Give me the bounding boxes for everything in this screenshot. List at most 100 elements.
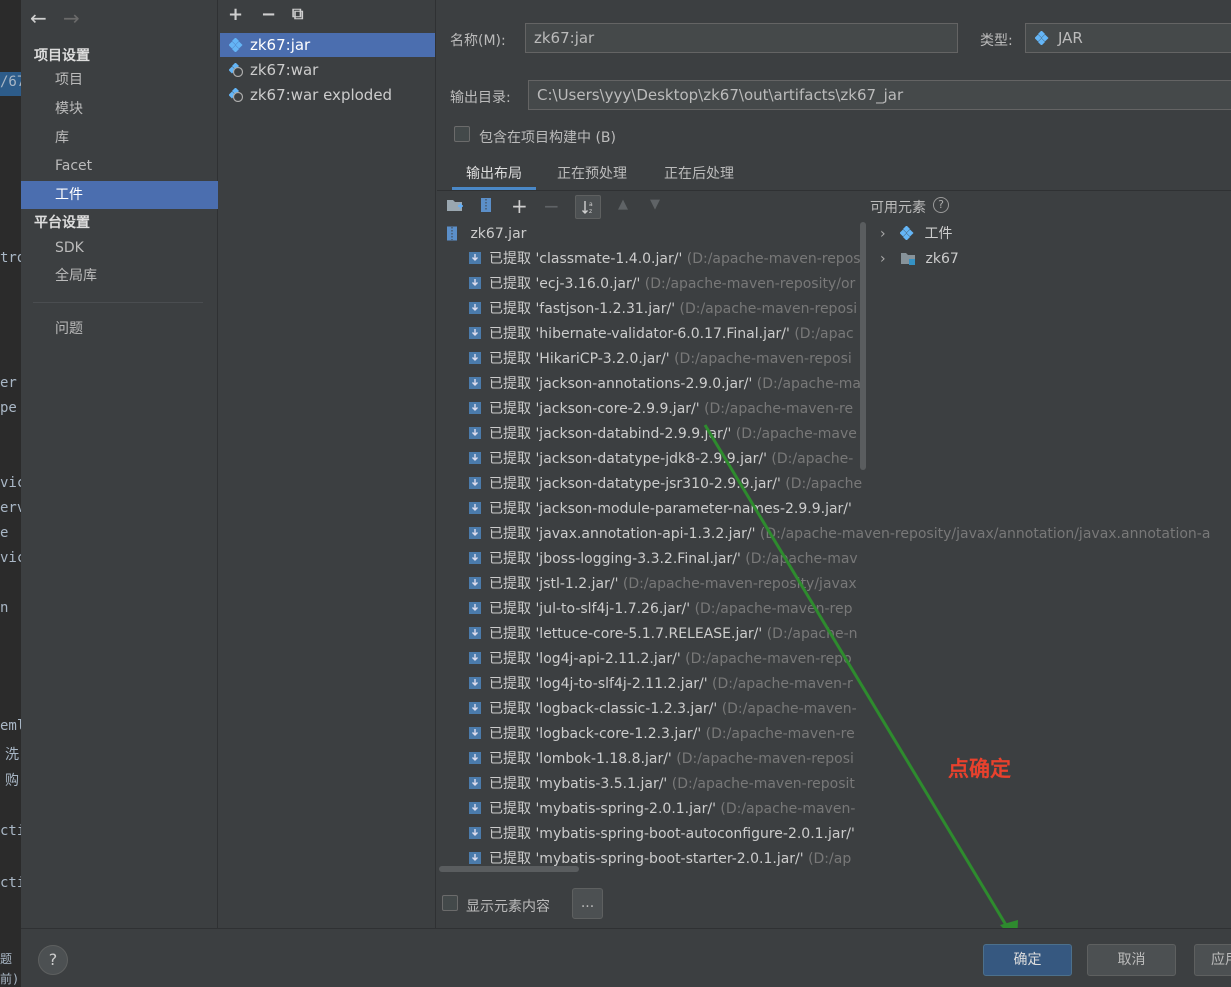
extracted-archive-icon	[469, 302, 481, 314]
extracted-entry-row[interactable]: 已提取 'jackson-module-parameter-names-2.9.…	[468, 497, 866, 522]
entry-name: 'jackson-databind-2.9.9.jar/'	[535, 426, 732, 442]
entry-path: (D:/apache-maven-reposi	[674, 351, 852, 367]
extracted-prefix: 已提取	[489, 651, 531, 667]
extracted-archive-icon	[469, 677, 481, 689]
extracted-entry-row[interactable]: 已提取 'lettuce-core-5.1.7.RELEASE.jar/' (D…	[468, 622, 866, 647]
entry-name: 'log4j-to-slf4j-2.11.2.jar/'	[535, 676, 708, 692]
entry-path: (D:/apache-maven-rep	[694, 601, 853, 617]
entry-path: (D:/apache-n	[766, 626, 858, 642]
move-down-icon[interactable]: ▼	[650, 197, 660, 212]
extracted-entry-row[interactable]: 已提取 'HikariCP-3.2.0.jar/' (D:/apache-mav…	[468, 347, 866, 372]
move-up-icon[interactable]: ▲	[618, 197, 628, 212]
name-field[interactable]: zk67:jar	[525, 23, 958, 53]
extracted-entry-row[interactable]: 已提取 'mybatis-3.5.1.jar/' (D:/apache-mave…	[468, 772, 866, 797]
help-button[interactable]: ?	[38, 945, 68, 975]
type-select[interactable]: JAR	[1025, 23, 1231, 53]
vertical-scrollbar[interactable]	[860, 222, 866, 470]
tab-output-layout[interactable]: 输出布局	[452, 158, 536, 190]
copy-icon[interactable]: ⧉	[292, 4, 303, 24]
sidebar-item-problems[interactable]: 问题	[21, 315, 218, 343]
ok-button[interactable]: 确定	[983, 944, 1072, 976]
extracted-prefix: 已提取	[489, 676, 531, 692]
extracted-archive-icon	[469, 352, 481, 364]
entry-path: (D:/apache	[785, 476, 863, 492]
tree-root-item[interactable]: zk67.jar	[446, 222, 866, 247]
sidebar-item-artifacts[interactable]: 工件	[21, 181, 218, 209]
add-copy-icon[interactable]: +	[511, 194, 528, 218]
include-build-checkbox[interactable]	[454, 126, 470, 142]
extracted-archive-icon	[469, 277, 481, 289]
artifact-label: zk67:war	[250, 61, 319, 79]
entry-path: (D:/apache-maven-	[721, 701, 857, 717]
add-icon[interactable]: +	[228, 4, 243, 25]
sidebar-item-facet[interactable]: Facet	[21, 152, 218, 180]
extracted-entry-row[interactable]: 已提取 'mybatis-spring-boot-autoconfigure-2…	[468, 822, 866, 847]
output-dir-field[interactable]: C:\Users\yyy\Desktop\zk67\out\artifacts\…	[528, 80, 1231, 110]
extracted-entry-row[interactable]: 已提取 'classmate-1.4.0.jar/' (D:/apache-ma…	[468, 247, 866, 272]
extracted-entry-row[interactable]: 已提取 'logback-core-1.2.3.jar/' (D:/apache…	[468, 722, 866, 747]
extracted-entry-row[interactable]: 已提取 'ecj-3.16.0.jar/' (D:/apache-maven-r…	[468, 272, 866, 297]
extracted-entry-row[interactable]: 已提取 'jstl-1.2.jar/' (D:/apache-maven-rep…	[468, 572, 866, 597]
artifact-item-war[interactable]: zk67:war	[220, 58, 435, 82]
entry-path: (D:/apache-maven-reposity/javax	[622, 576, 857, 592]
artifact-item-jar[interactable]: zk67:jar	[220, 33, 435, 57]
create-directory-icon[interactable]	[446, 197, 464, 213]
sort-elements-button[interactable]: a z	[575, 195, 601, 219]
extracted-prefix: 已提取	[489, 851, 531, 867]
sidebar-item-modules[interactable]: 模块	[21, 95, 218, 123]
extracted-entry-row[interactable]: 已提取 'log4j-api-2.11.2.jar/' (D:/apache-m…	[468, 647, 866, 672]
help-circle-icon[interactable]: ?	[933, 197, 949, 213]
entry-name: 'classmate-1.4.0.jar/'	[535, 251, 683, 267]
remove-icon[interactable]: −	[261, 4, 276, 25]
create-archive-icon[interactable]	[479, 197, 493, 213]
extracted-entry-row[interactable]: 已提取 'jackson-datatype-jsr310-2.9.9.jar/'…	[468, 472, 866, 497]
sidebar-item-sdk[interactable]: SDK	[21, 234, 218, 262]
tab-preprocessing[interactable]: 正在预处理	[543, 158, 641, 190]
entry-path: (D:/apache-maven-reposity/or	[644, 276, 856, 292]
extracted-entry-row[interactable]: 已提取 'jackson-core-2.9.9.jar/' (D:/apache…	[468, 397, 866, 422]
extracted-entry-row[interactable]: 已提取 'javax.annotation-api-1.3.2.jar/' (D…	[468, 522, 1231, 547]
extracted-entry-row[interactable]: 已提取 'jackson-databind-2.9.9.jar/' (D:/ap…	[468, 422, 866, 447]
entry-name: 'jul-to-slf4j-1.7.26.jar/'	[535, 601, 691, 617]
entry-name: 'lombok-1.18.8.jar/'	[535, 751, 672, 767]
extracted-entry-row[interactable]: 已提取 'jul-to-slf4j-1.7.26.jar/' (D:/apach…	[468, 597, 866, 622]
extracted-entry-row[interactable]: 已提取 'jackson-annotations-2.9.0.jar/' (D:…	[468, 372, 866, 397]
apply-button[interactable]: 应用	[1194, 944, 1231, 976]
extracted-entry-row[interactable]: 已提取 'hibernate-validator-6.0.17.Final.ja…	[468, 322, 866, 347]
web-artifact-icon	[229, 63, 243, 77]
show-content-checkbox[interactable]	[442, 895, 458, 911]
extracted-archive-icon	[469, 602, 481, 614]
annotation-text: 点确定	[948, 757, 1011, 781]
extracted-archive-icon	[469, 402, 481, 414]
extracted-entry-row[interactable]: 已提取 'logback-classic-1.2.3.jar/' (D:/apa…	[468, 697, 866, 722]
extracted-prefix: 已提取	[489, 751, 531, 767]
extracted-entry-row[interactable]: 已提取 'fastjson-1.2.31.jar/' (D:/apache-ma…	[468, 297, 866, 322]
entry-path: (D:/apache-mave	[735, 426, 857, 442]
sidebar-item-libraries[interactable]: 库	[21, 124, 218, 152]
ellipsis-button[interactable]: ...	[572, 888, 603, 919]
extracted-entry-row[interactable]: 已提取 'jboss-logging-3.3.2.Final.jar/' (D:…	[468, 547, 866, 572]
extracted-entry-row[interactable]: 已提取 'mybatis-spring-2.0.1.jar/' (D:/apac…	[468, 797, 866, 822]
entry-path: (D:/apac	[794, 326, 854, 342]
tab-postprocessing[interactable]: 正在后处理	[650, 158, 748, 190]
sidebar-item-project[interactable]: 项目	[21, 66, 218, 94]
remove-element-icon[interactable]: −	[543, 194, 560, 218]
extracted-prefix: 已提取	[489, 276, 531, 292]
extracted-entry-row[interactable]: 已提取 'log4j-to-slf4j-2.11.2.jar/' (D:/apa…	[468, 672, 866, 697]
jar-type-icon	[1035, 31, 1049, 45]
extracted-prefix: 已提取	[489, 601, 531, 617]
horizontal-scrollbar[interactable]	[439, 866, 579, 872]
available-elements-label: 可用元素	[870, 200, 926, 216]
entry-path: (D:/apache-	[771, 451, 854, 467]
back-arrow-icon[interactable]: ←	[30, 6, 47, 30]
show-content-label: 显示元素内容	[466, 899, 550, 915]
sidebar-item-global-libraries[interactable]: 全局库	[21, 262, 218, 290]
extracted-entry-row[interactable]: 已提取 'lombok-1.18.8.jar/' (D:/apache-mave…	[468, 747, 866, 772]
forward-arrow-icon[interactable]: →	[63, 6, 80, 30]
extracted-entry-row[interactable]: 已提取 'jackson-datatype-jdk8-2.9.9.jar/' (…	[468, 447, 866, 472]
settings-sidebar: ← → 项目设置 项目 模块 库 Facet 工件 平台设置 SDK 全局库 问…	[21, 0, 218, 928]
artifact-item-war-exploded[interactable]: zk67:war exploded	[220, 83, 435, 107]
entry-path: (D:/apache-maven-reposity/javax/annotati…	[759, 526, 1211, 542]
entry-name: 'logback-classic-1.2.3.jar/'	[535, 701, 718, 717]
cancel-button[interactable]: 取消	[1087, 944, 1176, 976]
